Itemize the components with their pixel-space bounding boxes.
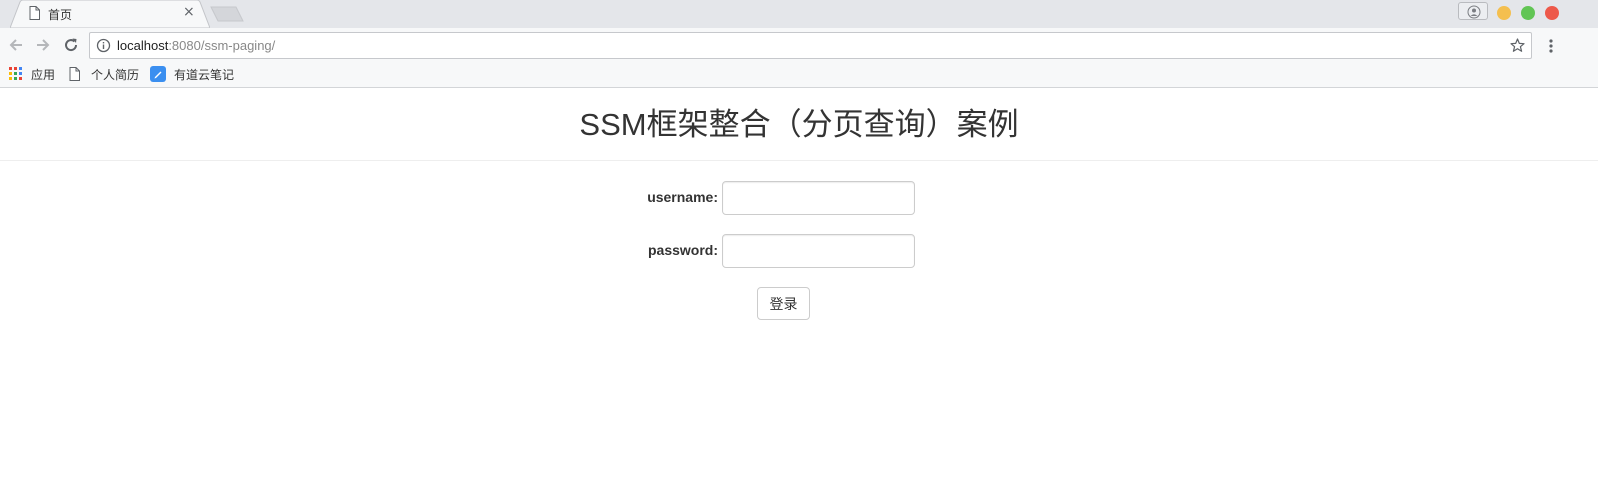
new-tab-button[interactable] bbox=[210, 6, 244, 22]
reload-icon[interactable] bbox=[63, 37, 79, 53]
menu-dots-icon[interactable] bbox=[1545, 38, 1557, 54]
browser-toolbar: localhost:8080/ssm-paging/ bbox=[0, 28, 1598, 60]
bookmark-apps[interactable]: 应用 bbox=[9, 65, 55, 83]
username-input[interactable] bbox=[722, 181, 915, 215]
close-window-button[interactable] bbox=[1545, 6, 1559, 20]
username-label: username: bbox=[647, 189, 718, 205]
address-bar[interactable]: localhost:8080/ssm-paging/ bbox=[89, 32, 1532, 59]
profile-button[interactable] bbox=[1458, 2, 1488, 20]
person-icon bbox=[1467, 5, 1481, 19]
browser-tab[interactable]: 首页 × bbox=[10, 0, 210, 28]
url-text[interactable]: localhost:8080/ssm-paging/ bbox=[117, 38, 275, 53]
minimize-button[interactable] bbox=[1497, 6, 1511, 20]
info-icon[interactable] bbox=[96, 38, 111, 53]
password-row: password: bbox=[0, 234, 1598, 268]
url-path: :8080/ssm-paging/ bbox=[168, 38, 276, 53]
page-header: SSM框架整合（分页查询）案例 bbox=[0, 89, 1598, 161]
page-title: SSM框架整合（分页查询）案例 bbox=[579, 107, 1019, 142]
document-icon bbox=[29, 6, 40, 20]
tab-strip: 首页 × bbox=[0, 0, 1598, 28]
password-input[interactable] bbox=[722, 234, 915, 268]
document-icon bbox=[69, 67, 80, 81]
password-label: password: bbox=[647, 242, 718, 258]
apps-grid-icon bbox=[9, 67, 22, 80]
forward-arrow-icon[interactable] bbox=[35, 37, 51, 53]
youdao-note-icon bbox=[150, 66, 166, 82]
bookmark-label: 有道云笔记 bbox=[174, 67, 235, 82]
bookmark-label: 个人简历 bbox=[91, 67, 140, 82]
back-arrow-icon[interactable] bbox=[8, 37, 24, 53]
bookmark-resume[interactable]: 个人简历 bbox=[69, 65, 139, 83]
bookmark-youdao[interactable]: 有道云笔记 bbox=[150, 65, 234, 83]
url-host: localhost bbox=[117, 38, 169, 53]
login-button[interactable]: 登录 bbox=[757, 287, 810, 320]
tab-title: 首页 bbox=[48, 8, 73, 22]
bookmark-star-icon[interactable] bbox=[1510, 38, 1525, 53]
tab-close-icon[interactable]: × bbox=[183, 5, 195, 19]
username-row: username: bbox=[0, 181, 1598, 215]
bookmarks-bar: 应用 个人简历 有道云笔记 bbox=[0, 60, 1598, 88]
tab-shape bbox=[10, 0, 210, 28]
bookmark-label: 应用 bbox=[31, 67, 56, 82]
maximize-button[interactable] bbox=[1521, 6, 1535, 20]
